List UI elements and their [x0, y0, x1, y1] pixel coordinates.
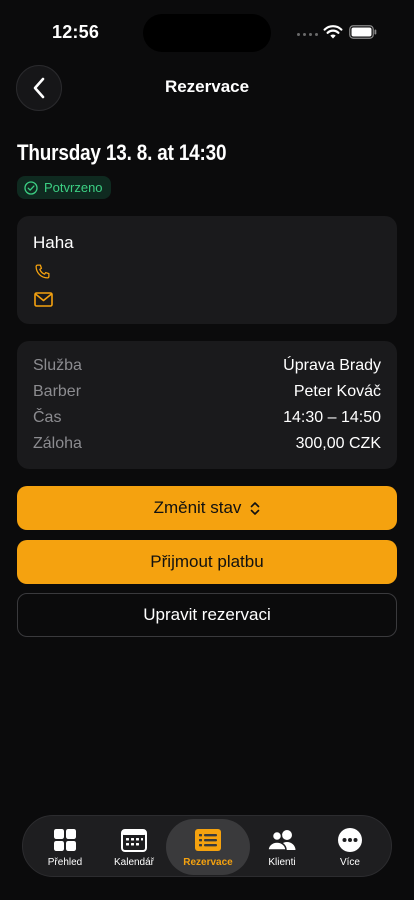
more-icon [338, 828, 362, 852]
status-bar: 12:56 [0, 0, 414, 62]
detail-row-barber: Barber Peter Kováč [33, 383, 381, 401]
detail-row-service: Služba Úprava Brady [33, 357, 381, 375]
grid-icon [54, 829, 76, 851]
chevron-up-down-icon [251, 501, 260, 515]
detail-label: Záloha [33, 435, 82, 452]
calendar-icon [121, 829, 147, 852]
mail-icon[interactable] [34, 292, 53, 307]
reservation-list-icon [195, 829, 221, 851]
wifi-icon [323, 25, 343, 39]
tab-rezervace[interactable]: Rezervace [166, 819, 250, 875]
tab-label: Rezervace [183, 857, 233, 868]
accept-payment-button[interactable]: Přijmout platbu [17, 540, 397, 584]
change-status-button[interactable]: Změnit stav [17, 486, 397, 530]
page-title: Rezervace [164, 77, 250, 96]
tab-prehled[interactable]: Přehled [28, 816, 102, 878]
detail-label: Čas [33, 409, 62, 426]
tab-bar: Přehled Kalendář Rezervace Klienti Více [22, 815, 392, 877]
tab-label: Více [339, 857, 360, 868]
status-badge-label: Potvrzeno [44, 180, 103, 195]
change-status-label: Změnit stav [153, 498, 242, 517]
detail-label: Služba [33, 357, 82, 374]
tab-klienti[interactable]: Klienti [245, 816, 319, 878]
tab-kalendar[interactable]: Kalendář [97, 816, 171, 878]
detail-value: Úprava Brady [283, 357, 381, 374]
signal-icon [297, 33, 318, 36]
tab-label: Klienti [268, 857, 296, 868]
client-card: Haha [17, 216, 397, 324]
clients-icon [267, 830, 296, 851]
tab-vice[interactable]: Více [313, 816, 387, 878]
tab-label: Kalendář [113, 857, 155, 868]
detail-value: Peter Kováč [293, 383, 381, 400]
status-badge: Potvrzeno [17, 176, 111, 199]
tab-label: Přehled [47, 857, 83, 868]
battery-icon [349, 25, 377, 39]
check-circle-icon [24, 180, 38, 195]
status-time: 12:56 [52, 22, 100, 42]
booking-date: Thursday 13. 8. at 14:30 [17, 140, 227, 165]
detail-value: 300,00 CZK [295, 435, 381, 452]
client-name: Haha [33, 233, 74, 252]
detail-row-time: Čas 14:30 – 14:50 [33, 409, 381, 427]
edit-booking-button[interactable]: Upravit rezervaci [17, 593, 397, 637]
detail-value: 14:30 – 14:50 [283, 409, 381, 426]
booking-details-card: Služba Úprava Brady Barber Peter Kováč Č… [17, 341, 397, 469]
detail-row-deposit: Záloha 300,00 CZK [33, 435, 381, 453]
phone-icon[interactable] [34, 263, 51, 280]
detail-label: Barber [33, 383, 82, 400]
dynamic-island [143, 14, 271, 52]
